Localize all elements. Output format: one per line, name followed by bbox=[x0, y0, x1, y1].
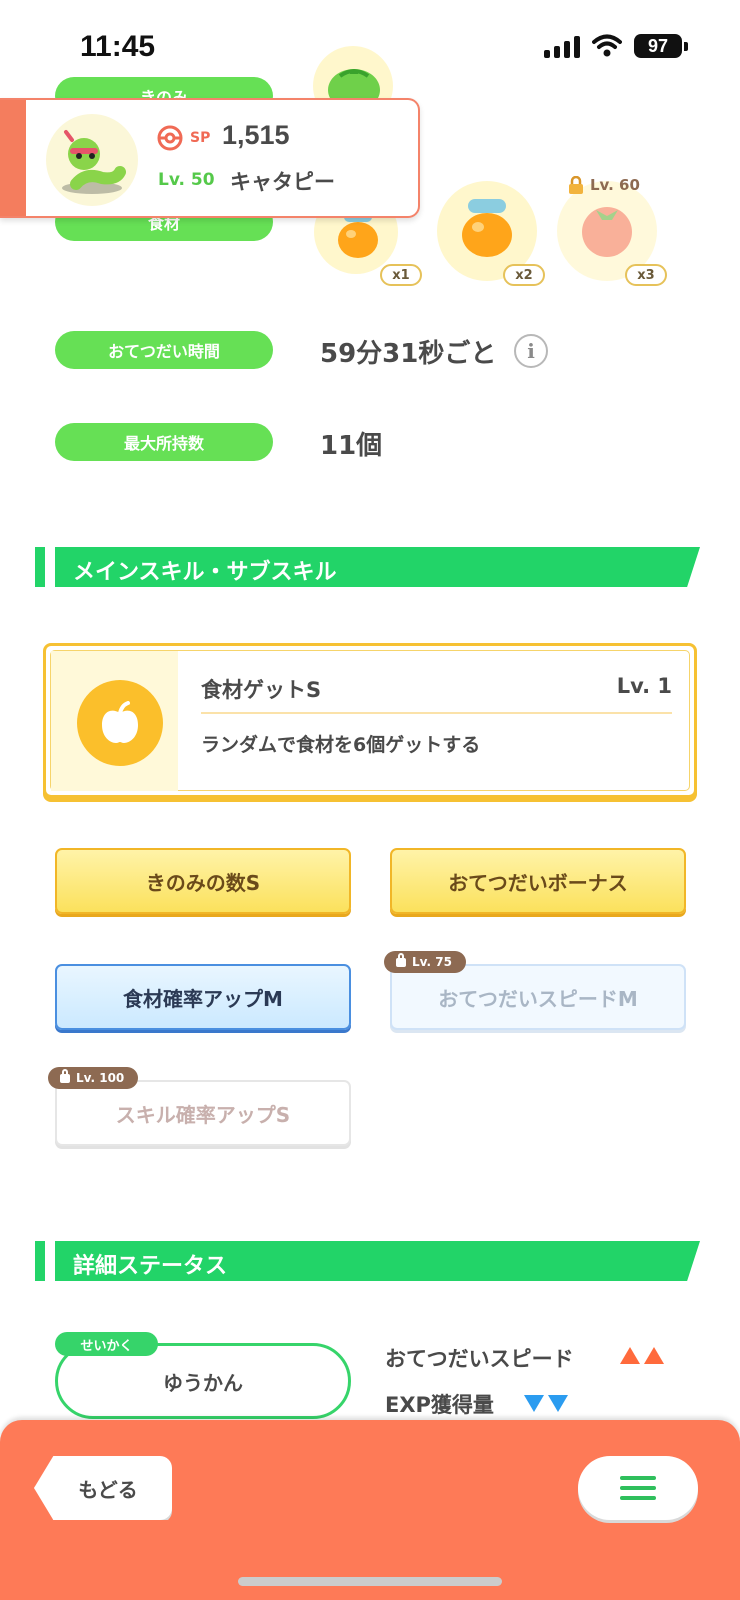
menu-icon-line bbox=[620, 1486, 656, 1490]
sub-skill-3[interactable]: 食材確率アップM bbox=[55, 964, 351, 1030]
skills-section-header: メインスキル・サブスキル bbox=[35, 547, 700, 587]
apple-icon bbox=[77, 680, 163, 766]
up-arrows-icon bbox=[620, 1347, 664, 1364]
down-arrow-icon bbox=[524, 1395, 544, 1412]
max-carry-value: 11個 bbox=[320, 431, 383, 461]
ingredient-3-lock: Lv. 60 bbox=[568, 176, 640, 194]
up-arrow-icon bbox=[620, 1347, 640, 1364]
sub-skill-2[interactable]: おてつだいボーナス bbox=[390, 848, 686, 914]
max-carry-label: 最大所持数 bbox=[55, 423, 273, 461]
pokemon-card[interactable]: SP 1,515 Lv. 50 キャタピー bbox=[0, 98, 420, 218]
ingredient-3-count: x3 bbox=[625, 264, 667, 286]
sub-skill-5-lock-level: Lv. 100 bbox=[76, 1071, 125, 1085]
main-skill-card[interactable]: 食材ゲットS Lv. 1 ランダムで食材を6個ゲットする bbox=[43, 643, 697, 798]
apple-glyph bbox=[102, 701, 138, 743]
down-arrows-icon bbox=[524, 1395, 568, 1412]
sub-skill-1[interactable]: きのみの数S bbox=[55, 848, 351, 914]
details-section-header: 詳細ステータス bbox=[35, 1241, 700, 1281]
up-arrow-icon bbox=[644, 1347, 664, 1364]
nature-effect-1-label: おてつだいスピード bbox=[385, 1347, 574, 1371]
main-skill-description: ランダムで食材を6個ゲットする bbox=[201, 734, 481, 756]
sub-skill-4-lock-level: Lv. 75 bbox=[412, 955, 452, 969]
pokemon-name: キャタピー bbox=[230, 170, 335, 194]
caterpie-icon bbox=[62, 130, 126, 194]
main-skill-icon-bg bbox=[51, 651, 178, 791]
menu-icon-line bbox=[620, 1476, 656, 1480]
main-skill-name: 食材ゲットS bbox=[201, 678, 322, 702]
pokeball-icon bbox=[157, 125, 183, 151]
details-section-title: 詳細ステータス bbox=[73, 1254, 228, 1279]
main-skill-divider bbox=[201, 712, 672, 714]
help-time-value: 59分31秒ごと bbox=[320, 339, 497, 369]
sub-skill-5[interactable]: スキル確率アップS bbox=[55, 1080, 351, 1146]
menu-icon-line bbox=[620, 1496, 656, 1500]
sub-skill-4[interactable]: おてつだいスピードM bbox=[390, 964, 686, 1030]
main-skill-level: Lv. 1 bbox=[616, 674, 672, 698]
wifi-icon bbox=[592, 34, 622, 57]
status-time: 11:45 bbox=[80, 30, 156, 63]
menu-button[interactable] bbox=[578, 1456, 698, 1520]
skills-section-title: メインスキル・サブスキル bbox=[73, 560, 337, 585]
tomato-icon bbox=[582, 207, 632, 257]
cellular-signal-icon bbox=[544, 34, 580, 58]
pokemon-level: Lv. 50 bbox=[158, 170, 215, 190]
sp-label: SP bbox=[190, 130, 211, 146]
lock-icon bbox=[569, 176, 583, 194]
section-header-bar-left bbox=[35, 547, 45, 587]
ingredient-1-count: x1 bbox=[380, 264, 422, 286]
back-button[interactable]: もどる bbox=[34, 1456, 172, 1520]
section-header-bar-left bbox=[35, 1241, 45, 1281]
info-icon[interactable]: i bbox=[514, 334, 548, 368]
status-icons: 97 bbox=[544, 34, 688, 58]
home-indicator[interactable] bbox=[238, 1577, 502, 1586]
nature-effect-2-label: EXP獲得量 bbox=[385, 1393, 494, 1417]
pokemon-card-accent bbox=[0, 100, 26, 216]
battery-indicator: 97 bbox=[634, 34, 682, 58]
nature-label: せいかく bbox=[55, 1332, 158, 1356]
help-time-label: おてつだい時間 bbox=[55, 331, 273, 369]
sub-skill-5-lock-badge: Lv. 100 bbox=[48, 1067, 139, 1089]
ingredient-3-lock-level: Lv. 60 bbox=[590, 176, 640, 194]
pokemon-avatar bbox=[46, 114, 138, 206]
sp-value: 1,515 bbox=[222, 120, 290, 150]
sub-skill-4-lock-badge: Lv. 75 bbox=[384, 951, 466, 973]
battery-tip bbox=[684, 41, 688, 51]
lock-icon bbox=[60, 1068, 70, 1083]
honey-icon bbox=[462, 199, 512, 257]
lock-icon bbox=[396, 952, 406, 967]
ingredient-2-count: x2 bbox=[503, 264, 545, 286]
down-arrow-icon bbox=[548, 1395, 568, 1412]
